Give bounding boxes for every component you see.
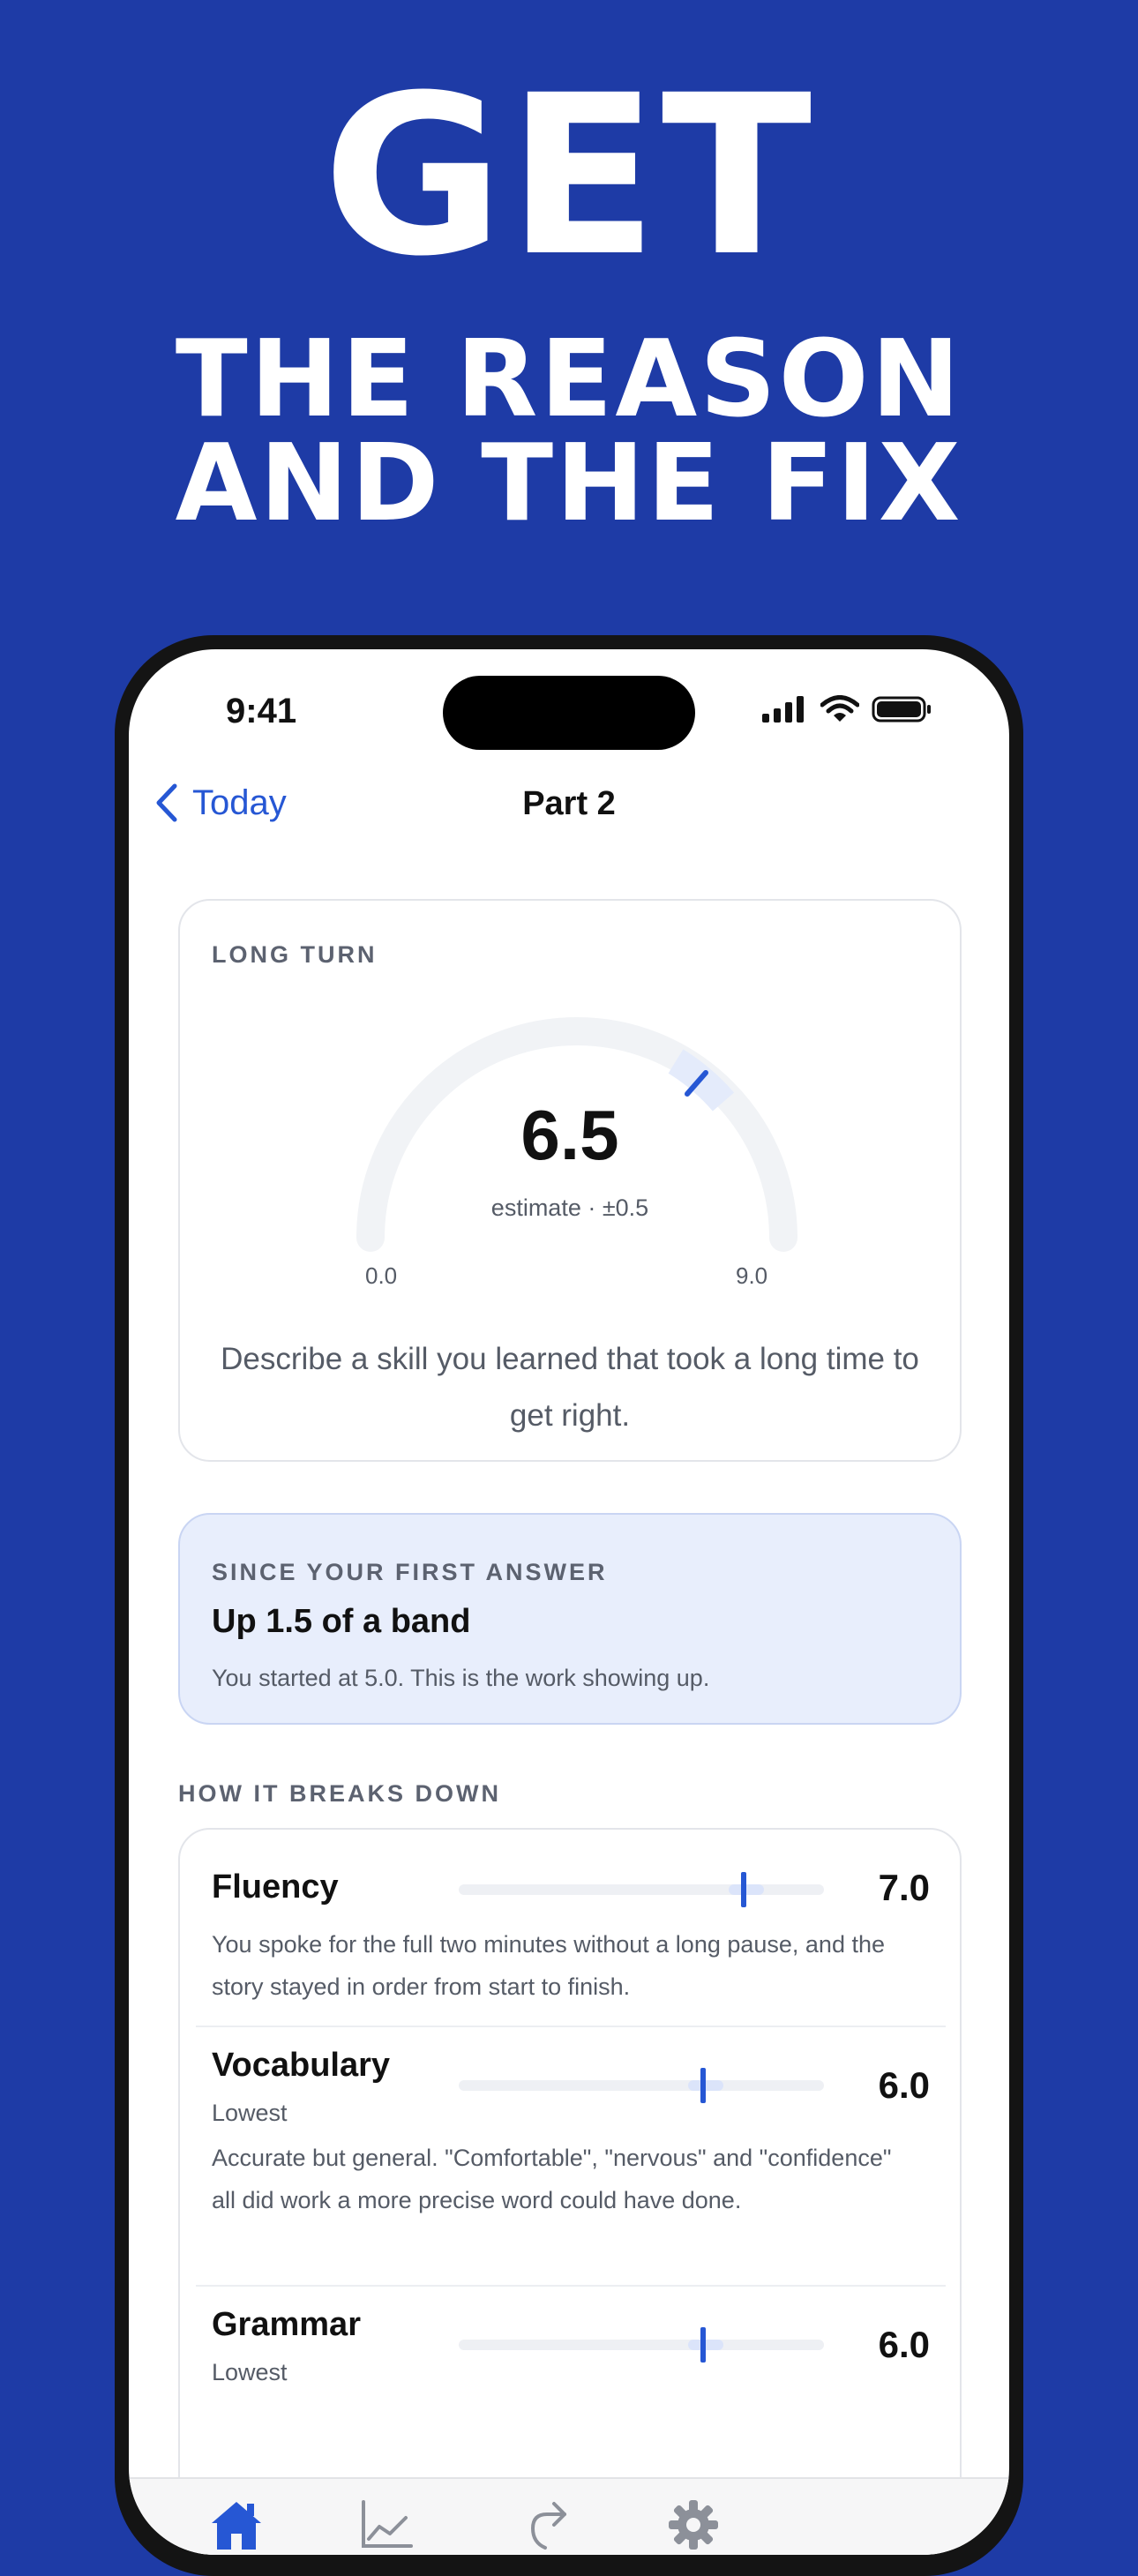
page-title: Part 2 <box>522 785 616 822</box>
status-time: 9:41 <box>226 692 297 730</box>
tab-progress[interactable] <box>351 2490 422 2555</box>
criterion-name: Grammar <box>212 2306 361 2343</box>
progress-card: SINCE YOUR FIRST ANSWER Up 1.5 of a band… <box>178 1513 962 1725</box>
long-turn-eyebrow: LONG TURN <box>212 941 378 968</box>
divider <box>196 2026 946 2027</box>
criterion-feedback: Accurate but general. "Comfortable", "ne… <box>212 2145 892 2213</box>
breakdown-label: HOW IT BREAKS DOWN <box>178 1780 501 1807</box>
tab-share[interactable] <box>513 2490 584 2555</box>
signal-icon <box>762 696 804 723</box>
criterion-tag: Lowest <box>212 2100 288 2126</box>
progress-title: Up 1.5 of a band <box>212 1603 471 1640</box>
question-prompt: Describe a skill you learned that took a… <box>221 1342 919 1433</box>
dynamic-island <box>443 676 695 750</box>
score-marker <box>741 1872 746 1907</box>
criterion-tag: Lowest <box>212 2359 288 2385</box>
headline-subtitle: THE REASON AND THE FIX <box>0 318 1138 545</box>
criterion-score: 6.0 <box>878 2324 930 2365</box>
status-icons <box>762 695 932 723</box>
divider <box>196 2285 946 2287</box>
headline-get: GET <box>322 48 816 304</box>
wifi-icon <box>820 695 859 722</box>
gauge-min-label: 0.0 <box>365 1262 398 1289</box>
phone-screen: 9:41 Today Part 2 LONG TURN 6.5 estimate… <box>129 649 1009 2555</box>
score-marker <box>700 2327 706 2363</box>
progress-body: You started at 5.0. This is the work sho… <box>212 1665 710 1691</box>
home-icon <box>212 2502 261 2550</box>
tab-home[interactable] <box>201 2490 272 2555</box>
score-bar <box>459 1872 824 1907</box>
criterion-feedback: You spoke for the full two minutes witho… <box>212 1931 886 2000</box>
criterion-name: Fluency <box>212 1868 339 1906</box>
headline-line-2: THE REASON <box>175 318 963 441</box>
score-bar <box>459 2327 824 2363</box>
progress-eyebrow: SINCE YOUR FIRST ANSWER <box>212 1559 608 1585</box>
breakdown-card: Fluency 7.0 You spoke for the full two m… <box>178 1828 962 2555</box>
criterion-name: Vocabulary <box>212 2047 391 2084</box>
gauge-max-label: 9.0 <box>736 1262 768 1289</box>
tab-bar <box>129 2477 1009 2555</box>
battery-icon <box>872 696 931 723</box>
tab-settings[interactable] <box>658 2490 729 2555</box>
chart-icon <box>362 2500 413 2548</box>
score-value: 6.5 <box>520 1096 619 1174</box>
score-marker <box>700 2068 706 2103</box>
score-estimate: estimate · ±0.5 <box>490 1194 649 1221</box>
long-turn-card: LONG TURN 6.5 estimate · ±0.5 0.0 9.0 De… <box>178 899 962 1462</box>
gear-icon <box>669 2500 718 2550</box>
criterion-score: 7.0 <box>878 1867 930 1908</box>
share-icon <box>530 2502 566 2550</box>
headline-line-3: AND THE FIX <box>175 423 963 545</box>
score-bar <box>459 2068 824 2103</box>
criterion-score: 6.0 <box>878 2064 930 2106</box>
